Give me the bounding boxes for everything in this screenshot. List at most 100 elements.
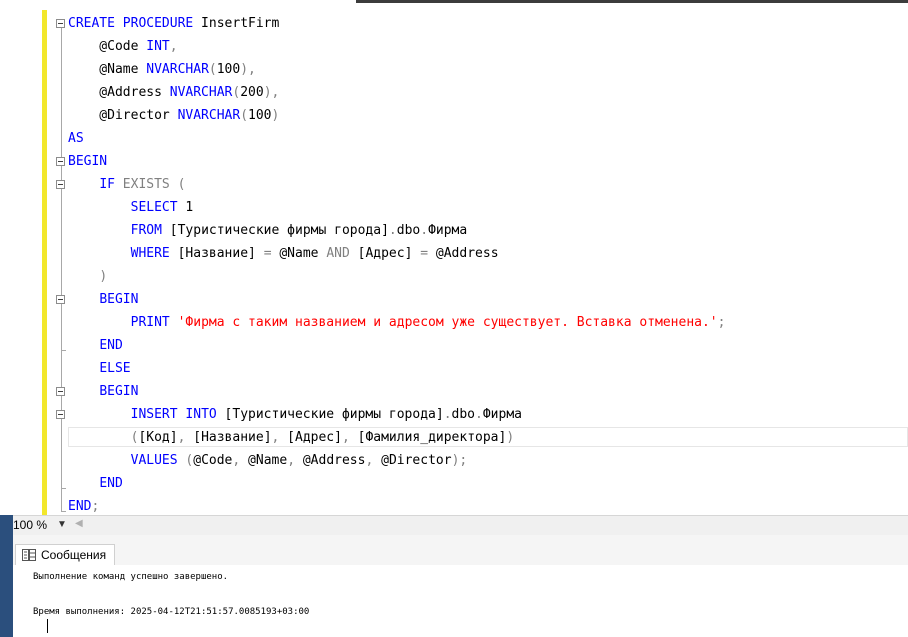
code-line[interactable]: END; [68, 495, 99, 515]
code-line[interactable]: ) [68, 265, 107, 288]
fold-toggle-icon[interactable] [56, 157, 65, 166]
zoom-dropdown-icon[interactable]: ▼ [57, 519, 67, 530]
code-token: @Name [240, 453, 288, 468]
code-token: 1 [177, 200, 194, 215]
code-line[interactable]: BEGIN [68, 150, 107, 173]
code-token: @Name [68, 62, 147, 77]
outline-fold-line [61, 28, 62, 511]
code-line[interactable]: @Name NVARCHAR(100), [68, 58, 256, 81]
code-token: EXISTS [122, 177, 170, 192]
code-line[interactable]: IF EXISTS ( [68, 173, 185, 196]
fold-end-marker [61, 350, 66, 351]
code-token: @Address [68, 85, 170, 100]
fold-toggle-icon[interactable] [56, 387, 65, 396]
code-line[interactable]: ([Код], [Название], [Адрес], [Фамилия_ди… [68, 426, 515, 449]
code-token: [Туристические фирмы города] [216, 407, 444, 422]
code-token: . [420, 223, 429, 238]
code-token: Фирма [428, 223, 468, 238]
code-token: [Адрес] [279, 430, 342, 445]
code-token: END [68, 499, 92, 514]
editor-top-border [356, 0, 908, 3]
zoom-level[interactable]: 100 % [13, 518, 47, 532]
code-token: [Название] [169, 246, 264, 261]
code-token: BEGIN [99, 384, 139, 399]
code-line[interactable]: FROM [Туристические фирмы города].dbo.Фи… [68, 219, 468, 242]
code-token: PRINT [130, 315, 170, 330]
code-line[interactable]: WHERE [Название] = @Name AND [Адрес] = @… [68, 242, 499, 265]
code-token: ( [208, 62, 217, 77]
code-token: @Director [68, 108, 178, 123]
code-token: END [99, 476, 123, 491]
code-token: @Name [271, 246, 327, 261]
fold-toggle-icon[interactable] [56, 19, 65, 28]
code-token: ( [240, 108, 249, 123]
code-line[interactable]: @Address NVARCHAR(200), [68, 81, 279, 104]
code-line[interactable]: PRINT 'Фирма с таким названием и адресом… [68, 311, 726, 334]
code-token: CREATE PROCEDURE [68, 16, 194, 31]
tab-messages[interactable]: Сообщения [15, 544, 116, 565]
sql-query-editor[interactable]: CREATE PROCEDURE InsertFirm @Code INT, @… [0, 0, 908, 515]
code-token: ) [271, 108, 280, 123]
code-token: 100 [248, 108, 272, 123]
code-line[interactable]: @Director NVARCHAR(100) [68, 104, 279, 127]
code-token: Фирма [482, 407, 522, 422]
code-line[interactable]: @Code INT, [68, 35, 177, 58]
code-token: . [443, 407, 452, 422]
fold-toggle-icon[interactable] [56, 180, 65, 189]
code-line[interactable]: END [68, 472, 123, 495]
code-token: , [271, 85, 280, 100]
code-token: @Code [68, 39, 147, 54]
code-token: . [475, 407, 483, 422]
code-token: , [341, 430, 350, 445]
code-token: = [420, 246, 429, 261]
code-token: AND [326, 246, 350, 261]
code-token: SELECT [130, 200, 178, 215]
code-token: AS [68, 131, 84, 146]
code-token: [Адрес] [349, 246, 421, 261]
code-token: INSERT INTO [130, 407, 217, 422]
message-line-time: Время выполнения: 2025-04-12T21:51:57.00… [33, 607, 310, 617]
code-line[interactable]: END [68, 334, 123, 357]
code-token: NVARCHAR [169, 85, 233, 100]
code-token: END [99, 338, 123, 353]
message-line-success: Выполнение команд успешно завершено. [33, 572, 229, 582]
code-line[interactable]: ELSE [68, 357, 130, 380]
code-line[interactable]: SELECT 1 [68, 196, 194, 219]
code-token: NVARCHAR [177, 108, 241, 123]
code-token: [Название] [185, 430, 272, 445]
code-token: @Address [428, 246, 499, 261]
code-token: ) [99, 269, 108, 284]
code-line[interactable]: CREATE PROCEDURE InsertFirm [68, 12, 279, 35]
code-line[interactable]: BEGIN [68, 380, 138, 403]
results-tab-bar: Сообщения [13, 535, 908, 565]
text-cursor [47, 619, 48, 633]
code-token: ; [717, 315, 726, 330]
code-token: 200 [240, 85, 264, 100]
code-line[interactable]: VALUES (@Code, @Name, @Address, @Directo… [68, 449, 468, 472]
scroll-left-icon[interactable]: ◀ [75, 518, 83, 529]
code-line[interactable]: BEGIN [68, 288, 138, 311]
fold-toggle-icon[interactable] [56, 295, 65, 304]
code-token: BEGIN [68, 154, 108, 169]
code-token: [Фамилия_директора] [349, 430, 507, 445]
code-line[interactable]: INSERT INTO [Туристические фирмы города]… [68, 403, 522, 426]
code-token: @Code [193, 453, 233, 468]
code-token: 'Фирма с таким названием и адресом уже с… [177, 315, 718, 330]
code-token: ) [263, 85, 272, 100]
code-token: dbo [396, 223, 421, 238]
code-line[interactable]: AS [68, 127, 84, 150]
fold-end-marker [61, 511, 66, 512]
messages-grid-icon [22, 549, 36, 561]
code-token: @Address [295, 453, 366, 468]
fold-toggle-icon[interactable] [56, 410, 65, 419]
tab-messages-label: Сообщения [41, 548, 107, 562]
